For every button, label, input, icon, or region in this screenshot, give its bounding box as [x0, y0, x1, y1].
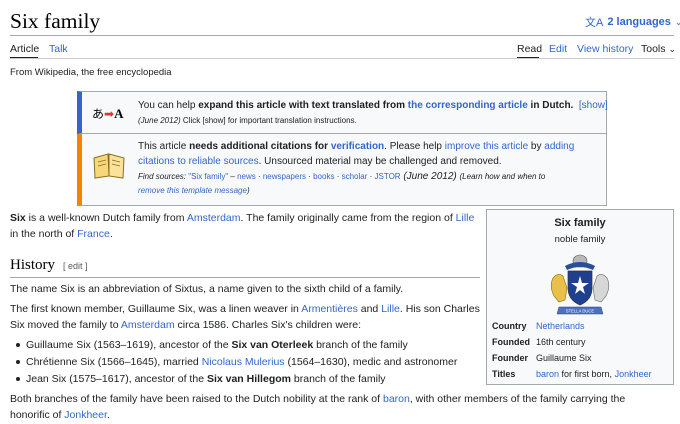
netherlands-link[interactable]: Netherlands — [536, 321, 585, 331]
tagline: From Wikipedia, the free encyclopedia — [10, 67, 172, 78]
source-newspapers-link[interactable]: newspapers — [263, 172, 306, 181]
lille-link[interactable]: Lille — [456, 212, 475, 224]
title-divider — [10, 35, 674, 36]
tools-label: Tools — [641, 43, 666, 55]
motto-text: STELLA DUCE — [566, 309, 595, 314]
tab-talk[interactable]: Talk — [49, 43, 68, 55]
source-books-link[interactable]: books — [313, 172, 334, 181]
history-divider — [10, 277, 480, 278]
infobox-subtitle: noble family — [554, 234, 606, 245]
show-instructions-link[interactable]: [show] — [579, 100, 608, 111]
languages-label: 2 languages — [607, 16, 671, 28]
list-item: Guillaume Six (1563–1619), ancestor of t… — [26, 339, 408, 351]
tab-edit[interactable]: Edit — [549, 43, 567, 55]
history-paragraph-2: The first known member, Guillaume Six, w… — [10, 303, 480, 331]
lille-link-2[interactable]: Lille — [381, 303, 400, 315]
book-icon — [93, 153, 125, 179]
history-heading: History[ edit ] — [10, 257, 88, 273]
tabs-divider — [10, 58, 674, 59]
translate-notice: あ➡A You can help expand this article wit… — [77, 91, 608, 134]
france-link[interactable]: France — [77, 228, 110, 240]
chevron-down-icon: ⌄ — [674, 16, 680, 27]
intro-paragraph: Six is a well-known Dutch family from Am… — [10, 212, 475, 240]
jonkheer-link-2[interactable]: Jonkheer — [64, 409, 107, 421]
source-news-link[interactable]: news — [237, 172, 256, 181]
bullet — [16, 377, 20, 381]
infobox: Six family noble family STELLA DUCE Coun… — [486, 209, 674, 385]
mulerius-link[interactable]: Nicolaus Mulerius — [202, 356, 285, 368]
languages-button[interactable]: 文A 2 languages ⌄ — [585, 14, 680, 30]
citation-notice-text: This article needs additional citations … — [138, 141, 575, 167]
language-icon: 文A — [585, 17, 604, 29]
amsterdam-link[interactable]: Amsterdam — [187, 212, 241, 224]
bullet — [16, 360, 20, 364]
history-paragraph-3: Both branches of the family have been ra… — [10, 393, 626, 421]
page-title: Six family — [10, 9, 101, 33]
reliable-sources-link[interactable]: citations to reliable sources — [138, 156, 259, 167]
list-item: Jean Six (1575–1617), ancestor of the Si… — [26, 373, 386, 385]
source-jstor-link[interactable]: JSTOR — [374, 172, 400, 181]
source-search-link[interactable]: "Six family" — [188, 172, 228, 181]
baron-link-2[interactable]: baron — [383, 393, 410, 405]
tools-menu[interactable]: Tools ⌄ — [641, 43, 676, 55]
tab-read[interactable]: Read — [517, 43, 542, 55]
verification-link[interactable]: verification — [331, 141, 384, 152]
remove-template-link[interactable]: remove this template message — [138, 186, 247, 195]
history-paragraph-1: The name Six is an abbreviation of Sixtu… — [10, 283, 404, 295]
amsterdam-link-2[interactable]: Amsterdam — [121, 319, 175, 331]
improve-article-link[interactable]: improve this article — [445, 141, 528, 152]
translate-notice-note: (June 2012) Click [show] for important t… — [138, 116, 357, 125]
citation-notice: This article needs additional citations … — [77, 134, 607, 206]
list-item: Chrétienne Six (1566–1645), married Nico… — [26, 356, 458, 368]
history-edit-link[interactable]: [ edit ] — [63, 261, 88, 271]
bullet — [16, 343, 20, 347]
find-sources: Find sources: "Six family" – news · news… — [138, 171, 546, 195]
infobox-title: Six family — [554, 217, 606, 229]
corresponding-article-link[interactable]: the corresponding article — [408, 100, 528, 111]
coat-of-arms-icon[interactable]: STELLA DUCE — [545, 252, 615, 320]
translate-icon: あ➡A — [92, 106, 124, 121]
baron-link[interactable]: baron — [536, 369, 559, 379]
adding-link[interactable]: adding — [544, 141, 574, 152]
translate-notice-text: You can help expand this article with te… — [138, 100, 608, 111]
chevron-down-icon: ⌄ — [668, 44, 676, 54]
tab-view-history[interactable]: View history — [577, 43, 633, 55]
jonkheer-link[interactable]: Jonkheer — [615, 369, 652, 379]
tab-article[interactable]: Article — [10, 43, 39, 55]
armentieres-link[interactable]: Armentières — [301, 303, 358, 315]
source-scholar-link[interactable]: scholar — [342, 172, 368, 181]
